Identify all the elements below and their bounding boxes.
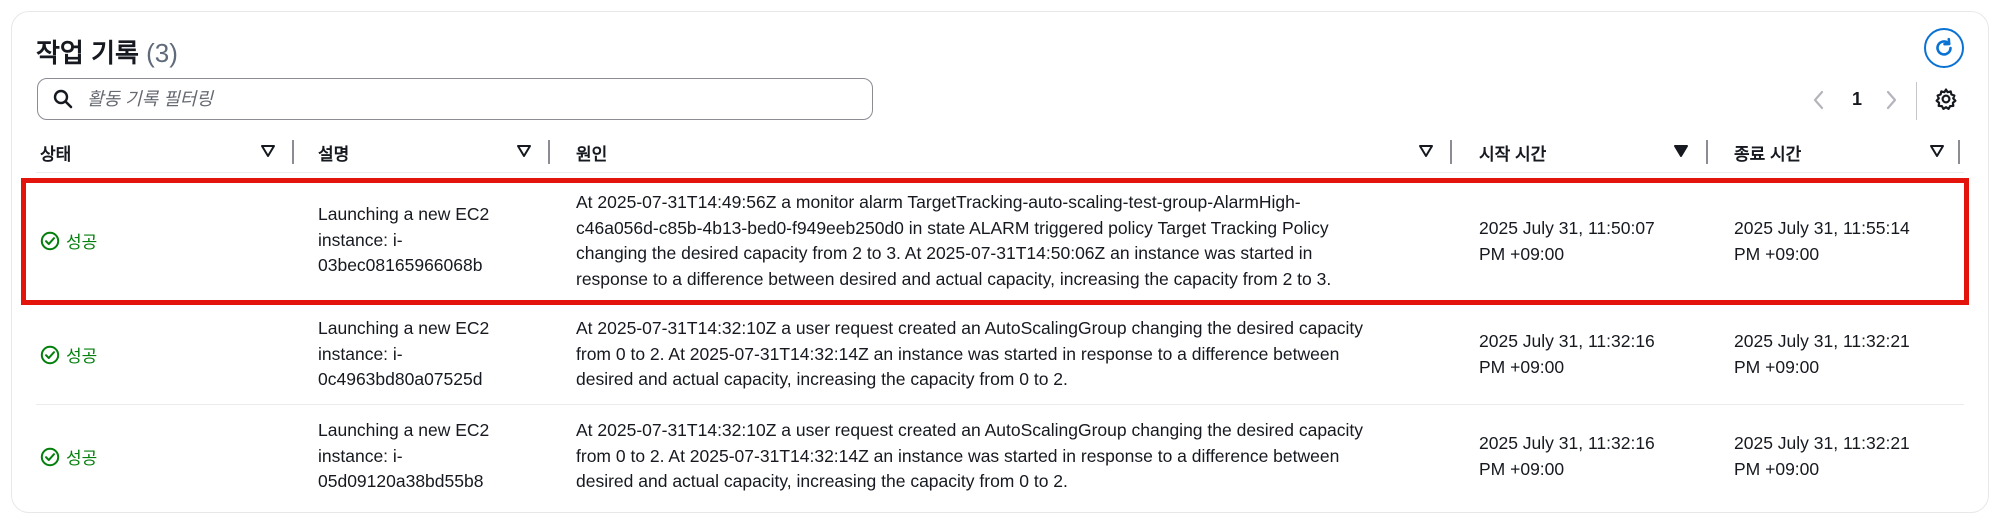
success-check-icon bbox=[40, 231, 60, 250]
title-text: 작업 기록 bbox=[36, 38, 139, 68]
status-label: 성공 bbox=[66, 347, 98, 366]
cause-line: desired and actual capacity, increasing … bbox=[576, 471, 1068, 491]
column-divider[interactable] bbox=[1706, 140, 1708, 164]
status-badge: 성공 bbox=[40, 342, 97, 367]
start-time-line: 2025 July 31, 11:32:16 bbox=[1479, 331, 1655, 351]
description-cell: Launching a new EC2 instance: i- 05d0912… bbox=[318, 418, 489, 495]
start-time-cell: 2025 July 31, 11:32:16 PM +09:00 bbox=[1479, 431, 1655, 482]
cause-cell: At 2025-07-31T14:49:56Z a monitor alarm … bbox=[576, 190, 1331, 292]
description-line: 05d09120a38bd55b8 bbox=[318, 471, 484, 491]
column-divider bbox=[1958, 140, 1960, 164]
cause-line: changing the desired capacity from 2 to … bbox=[576, 243, 1313, 263]
end-time-line: PM +09:00 bbox=[1734, 356, 1820, 377]
status-label: 성공 bbox=[66, 449, 98, 468]
end-time-cell: 2025 July 31, 11:55:14 PM +09:00 bbox=[1734, 216, 1910, 267]
cause-line: response to a difference between desired… bbox=[576, 268, 1332, 289]
description-line: instance: i- bbox=[318, 445, 403, 466]
chevron-left-icon[interactable] bbox=[1812, 89, 1826, 111]
end-time-cell: 2025 July 31, 11:32:21 PM +09:00 bbox=[1734, 329, 1910, 380]
description-line: 03bec08165966068b bbox=[318, 255, 483, 275]
description-line: instance: i- bbox=[318, 343, 403, 364]
start-time-line: 2025 July 31, 11:32:16 bbox=[1479, 433, 1655, 453]
sort-icon[interactable] bbox=[516, 144, 532, 158]
status-label: 성공 bbox=[66, 233, 98, 252]
start-time-cell: 2025 July 31, 11:50:07 PM +09:00 bbox=[1479, 216, 1655, 267]
pagination-divider bbox=[1916, 82, 1917, 120]
cause-line: from 0 to 2. At 2025-07-31T14:32:14Z an … bbox=[576, 445, 1340, 466]
start-time-line: 2025 July 31, 11:50:07 bbox=[1479, 218, 1655, 238]
chevron-right-icon[interactable] bbox=[1884, 89, 1898, 111]
success-check-icon bbox=[40, 345, 60, 364]
description-cell: Launching a new EC2 instance: i- 03bec08… bbox=[318, 202, 489, 279]
page-title: 작업 기록 (3) bbox=[36, 33, 178, 70]
cause-cell: At 2025-07-31T14:32:10Z a user request c… bbox=[576, 418, 1363, 495]
end-time-line: 2025 July 31, 11:32:21 bbox=[1734, 433, 1910, 453]
end-time-line: PM +09:00 bbox=[1734, 243, 1820, 264]
end-time-line: 2025 July 31, 11:55:14 bbox=[1734, 218, 1910, 238]
column-header-end-time[interactable]: 종료 시간 bbox=[1734, 140, 1801, 165]
start-time-line: PM +09:00 bbox=[1479, 243, 1565, 264]
cause-line: At 2025-07-31T14:49:56Z a monitor alarm … bbox=[576, 192, 1301, 212]
column-divider[interactable] bbox=[292, 140, 294, 164]
end-time-line: PM +09:00 bbox=[1734, 458, 1820, 479]
filter-search-box[interactable] bbox=[37, 78, 873, 120]
header-divider bbox=[36, 172, 1964, 173]
current-page-number[interactable]: 1 bbox=[1852, 89, 1862, 110]
refresh-icon bbox=[1936, 37, 1952, 56]
description-line: Launching a new EC2 bbox=[318, 204, 490, 224]
cause-cell: At 2025-07-31T14:32:10Z a user request c… bbox=[576, 316, 1363, 393]
column-header-start-time[interactable]: 시작 시간 bbox=[1479, 140, 1546, 165]
cause-line: c46a056d-c85b-4b13-bed0-f949eeb250d0 in … bbox=[576, 217, 1329, 238]
gear-icon[interactable] bbox=[1934, 87, 1958, 111]
description-line: 0c4963bd80a07525d bbox=[318, 369, 483, 389]
sort-icon[interactable] bbox=[1418, 144, 1434, 158]
end-time-cell: 2025 July 31, 11:32:21 PM +09:00 bbox=[1734, 431, 1910, 482]
status-badge: 성공 bbox=[40, 444, 97, 469]
cause-line: from 0 to 2. At 2025-07-31T14:32:14Z an … bbox=[576, 343, 1340, 364]
column-header-description[interactable]: 설명 bbox=[318, 140, 349, 165]
start-time-line: PM +09:00 bbox=[1479, 356, 1565, 377]
cause-line: At 2025-07-31T14:32:10Z a user request c… bbox=[576, 318, 1364, 338]
column-divider[interactable] bbox=[1450, 140, 1452, 164]
description-cell: Launching a new EC2 instance: i- 0c4963b… bbox=[318, 316, 489, 393]
description-line: Launching a new EC2 bbox=[318, 420, 490, 440]
end-time-line: 2025 July 31, 11:32:21 bbox=[1734, 331, 1910, 351]
success-check-icon bbox=[40, 447, 60, 466]
sort-icon[interactable] bbox=[1929, 144, 1945, 158]
search-input[interactable] bbox=[85, 87, 849, 111]
description-line: instance: i- bbox=[318, 229, 403, 250]
sort-descending-icon[interactable] bbox=[1673, 144, 1689, 158]
row-divider bbox=[36, 404, 1964, 405]
description-line: Launching a new EC2 bbox=[318, 318, 490, 338]
cause-line: desired and actual capacity, increasing … bbox=[576, 369, 1068, 389]
column-header-status[interactable]: 상태 bbox=[40, 140, 71, 165]
title-count: (3) bbox=[146, 38, 178, 68]
search-icon bbox=[53, 89, 73, 109]
cause-line: At 2025-07-31T14:32:10Z a user request c… bbox=[576, 420, 1364, 440]
status-badge: 성공 bbox=[40, 228, 97, 253]
column-header-cause[interactable]: 원인 bbox=[576, 140, 607, 165]
start-time-line: PM +09:00 bbox=[1479, 458, 1565, 479]
sort-icon[interactable] bbox=[260, 144, 276, 158]
refresh-button[interactable] bbox=[1924, 28, 1964, 68]
column-divider[interactable] bbox=[548, 140, 550, 164]
start-time-cell: 2025 July 31, 11:32:16 PM +09:00 bbox=[1479, 329, 1655, 380]
